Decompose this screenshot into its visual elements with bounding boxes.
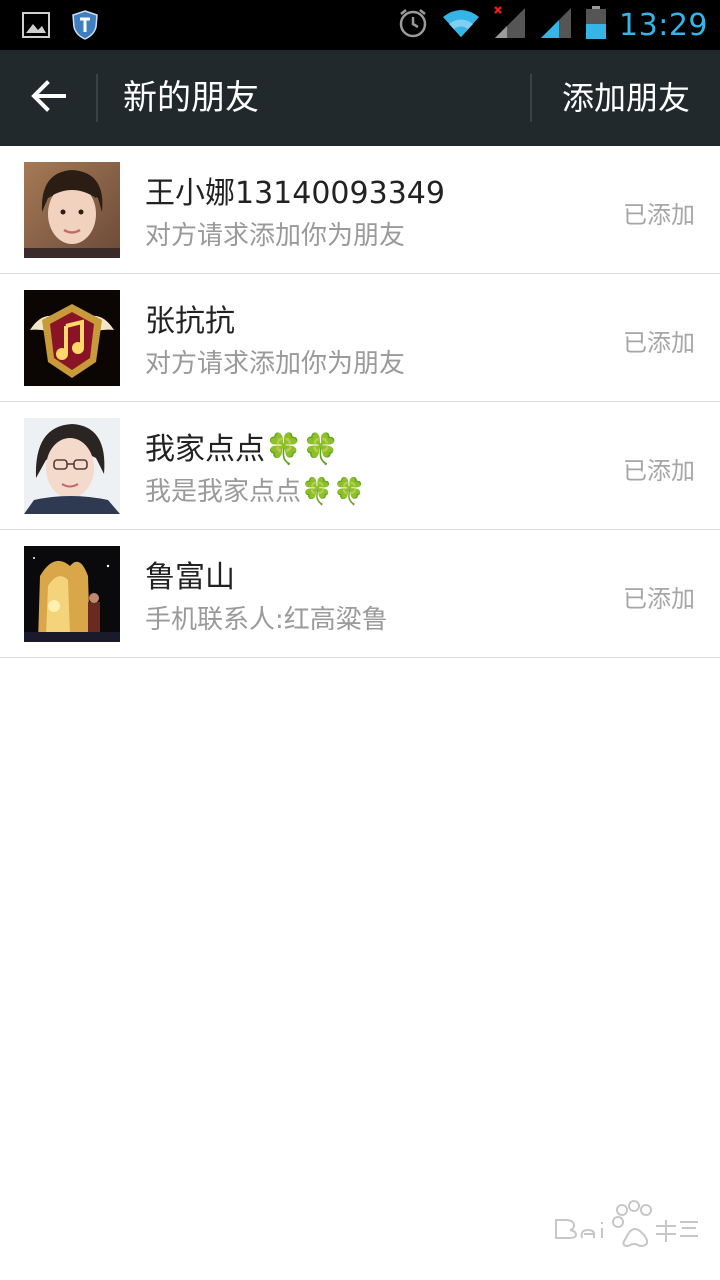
- divider: [96, 74, 98, 122]
- page-title: 新的朋友: [123, 78, 259, 118]
- list-item[interactable]: 鲁富山 手机联系人:红高粱鲁 已添加: [0, 530, 720, 658]
- arrow-left-icon: [30, 80, 66, 116]
- list-item[interactable]: 我家点点🍀🍀 我是我家点点🍀🍀 已添加: [0, 402, 720, 530]
- avatar: [24, 290, 120, 386]
- friend-message: 我是我家点点🍀🍀: [145, 477, 366, 507]
- status-label: 已添加: [623, 457, 695, 485]
- friend-message: 手机联系人:红高粱鲁: [145, 605, 388, 635]
- add-friend-button[interactable]: 添加朋友: [532, 50, 720, 146]
- signal-icon: [539, 6, 573, 44]
- avatar: [24, 162, 120, 258]
- list-item[interactable]: 王小娜13140093349 对方请求添加你为朋友 已添加: [0, 146, 720, 274]
- avatar: [24, 546, 120, 642]
- baidu-jingyan-watermark-logo: [552, 1198, 702, 1268]
- list-item[interactable]: 张抗抗 对方请求添加你为朋友 已添加: [0, 274, 720, 402]
- friend-name: 王小娜13140093349: [145, 176, 445, 211]
- status-label: 已添加: [623, 585, 695, 613]
- status-label: 已添加: [623, 201, 695, 229]
- status-time: 13:29: [619, 7, 708, 43]
- status-bar: 13:29: [0, 0, 720, 50]
- back-button[interactable]: [0, 50, 96, 146]
- signal-icon: [493, 6, 527, 44]
- friend-name: 张抗抗: [145, 304, 235, 339]
- battery-icon: [585, 6, 607, 44]
- friend-message: 对方请求添加你为朋友: [145, 349, 406, 379]
- friend-message: 对方请求添加你为朋友: [145, 221, 406, 251]
- friend-name: 我家点点🍀🍀: [145, 432, 340, 467]
- wifi-icon: [441, 7, 481, 43]
- friend-name: 鲁富山: [145, 560, 235, 595]
- new-friends-list: 王小娜13140093349 对方请求添加你为朋友 已添加 张抗抗 对方请求添加…: [0, 146, 720, 658]
- shield-icon: [72, 10, 98, 44]
- avatar: [24, 418, 120, 514]
- status-label: 已添加: [623, 329, 695, 357]
- gallery-icon: [22, 12, 50, 42]
- action-bar: 新的朋友 添加朋友: [0, 50, 720, 146]
- alarm-icon: [397, 7, 429, 43]
